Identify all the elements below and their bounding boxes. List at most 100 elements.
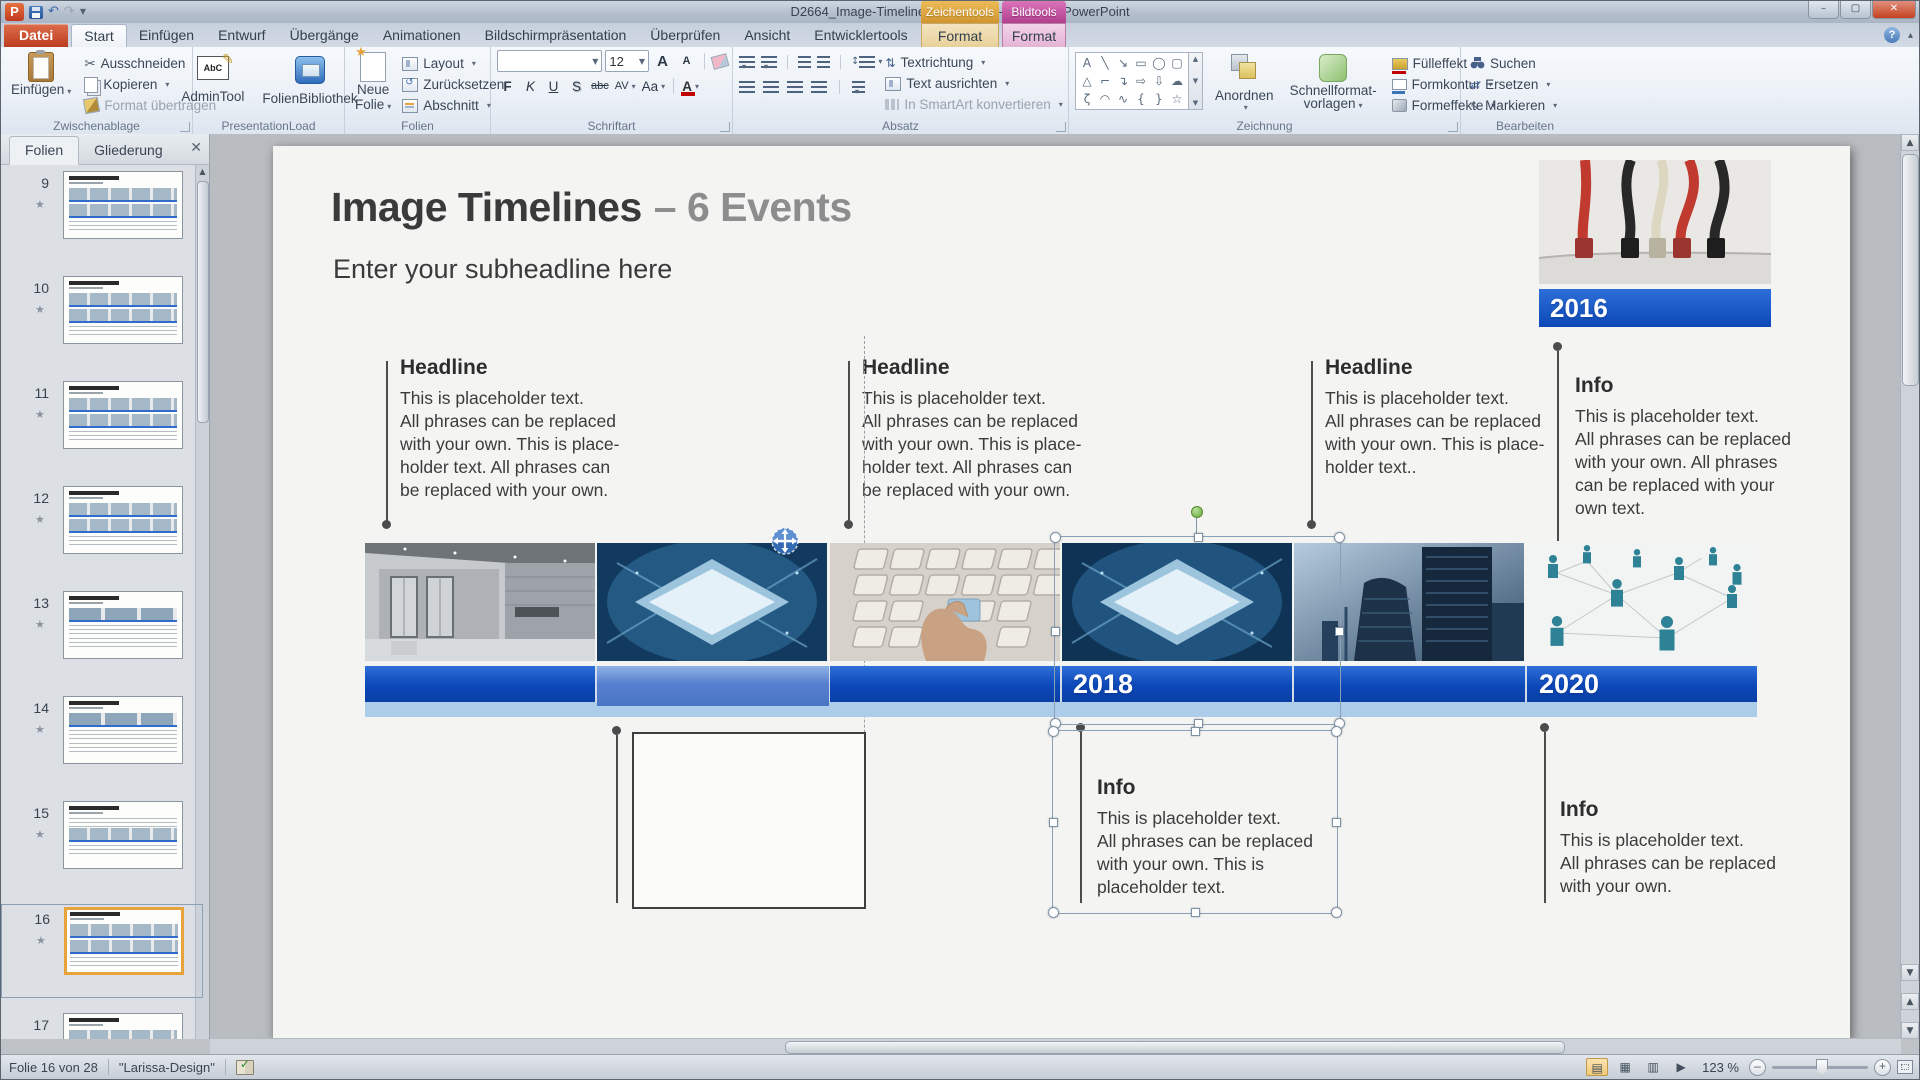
year-2020-label[interactable]: 2020 bbox=[1539, 666, 1599, 702]
strikethrough-button[interactable]: abc bbox=[589, 77, 611, 96]
slide-subtitle[interactable]: Enter your subheadline here bbox=[333, 254, 672, 285]
tab-entwicklertools[interactable]: Entwicklertools bbox=[802, 24, 919, 47]
tab-entwurf[interactable]: Entwurf bbox=[206, 24, 277, 47]
scrollbar-thumb[interactable] bbox=[1902, 154, 1919, 386]
headline-1-title[interactable]: Headline bbox=[400, 356, 488, 380]
info-top-body[interactable]: This is placeholder text. All phrases ca… bbox=[1575, 405, 1825, 520]
dialog-launcher-icon[interactable] bbox=[720, 122, 730, 132]
event-dot[interactable] bbox=[1307, 520, 1316, 529]
next-slide-button[interactable]: ▼ bbox=[1901, 1022, 1919, 1039]
powerpoint-logo-icon[interactable]: P bbox=[5, 3, 24, 21]
tab-einfuegen[interactable]: Einfügen bbox=[127, 24, 206, 47]
justify-icon[interactable] bbox=[811, 81, 827, 93]
scroll-down-button[interactable]: ▼ bbox=[1901, 964, 1919, 981]
shape-triangle-icon[interactable]: △ bbox=[1078, 72, 1096, 90]
slide-thumbnail-14[interactable]: 14 bbox=[1, 694, 201, 786]
shapes-gallery[interactable]: A ╲ ↘ ▭ ◯ ▢ △ ⌐ ↴ ⇨ ⇩ ☁ ζ ◠ ∿ bbox=[1075, 52, 1189, 110]
clear-formatting-icon[interactable] bbox=[711, 53, 730, 70]
replace-button[interactable]: ⇄ Ersetzen bbox=[1467, 74, 1585, 95]
shape-arc-icon[interactable]: ◠ bbox=[1096, 90, 1114, 108]
align-text-button[interactable]: Text ausrichten bbox=[882, 73, 1065, 94]
slide-thumbnail-10[interactable]: 10 bbox=[1, 274, 201, 366]
font-name-combo[interactable]: ▼ bbox=[497, 50, 602, 72]
resize-handle[interactable] bbox=[1335, 627, 1344, 636]
scroll-down-icon[interactable]: ▼ bbox=[1193, 77, 1198, 85]
selection-box-image[interactable] bbox=[1054, 536, 1341, 725]
font-color-button[interactable]: A bbox=[680, 77, 701, 96]
resize-handle[interactable] bbox=[1191, 727, 1200, 736]
resize-handle[interactable] bbox=[1334, 532, 1345, 543]
tab-datei[interactable]: Datei bbox=[4, 24, 68, 47]
convert-smartart-button[interactable]: In SmartArt konvertieren bbox=[882, 94, 1065, 115]
slide-thumbnail-15[interactable]: 15 bbox=[1, 799, 201, 891]
find-button[interactable]: Suchen bbox=[1467, 53, 1585, 74]
qat-customize-icon[interactable]: ▼ bbox=[80, 3, 86, 21]
zoom-slider[interactable] bbox=[1772, 1066, 1868, 1069]
shape-brace-right-icon[interactable]: } bbox=[1150, 90, 1168, 108]
tab-format-picture[interactable]: Format bbox=[1002, 23, 1066, 48]
headline-3-body[interactable]: This is placeholder text. All phrases ca… bbox=[1325, 387, 1590, 479]
timeline-image-elevator[interactable] bbox=[365, 543, 595, 661]
slide-16[interactable]: Image Timelines– 6 Events Enter your sub… bbox=[273, 146, 1850, 1039]
timeline-image-chip-blue[interactable] bbox=[597, 543, 827, 661]
slide-thumbnail-12[interactable]: 12 bbox=[1, 484, 201, 576]
resize-handle[interactable] bbox=[1050, 532, 1061, 543]
shape-curve-icon[interactable]: ∿ bbox=[1114, 90, 1132, 108]
info-top-title[interactable]: Info bbox=[1575, 374, 1613, 398]
slide-thumbnail-13[interactable]: 13 bbox=[1, 589, 201, 681]
shape-rectangle-icon[interactable]: ▭ bbox=[1132, 54, 1150, 72]
selection-box-info[interactable] bbox=[1052, 730, 1338, 914]
previous-slide-button[interactable]: ▲ bbox=[1901, 993, 1919, 1010]
scrollbar-thumb[interactable] bbox=[785, 1041, 1565, 1054]
tab-start[interactable]: Start bbox=[71, 24, 127, 47]
grow-font-button[interactable]: A bbox=[652, 52, 673, 71]
close-button[interactable]: ✕ bbox=[1872, 1, 1916, 19]
resize-handle[interactable] bbox=[1051, 627, 1060, 636]
resize-handle[interactable] bbox=[1331, 907, 1342, 918]
align-center-icon[interactable] bbox=[763, 81, 779, 93]
zoom-out-button[interactable]: – bbox=[1749, 1059, 1766, 1076]
dialog-launcher-icon[interactable] bbox=[1448, 122, 1458, 132]
fit-to-window-icon[interactable] bbox=[1897, 1060, 1913, 1074]
slide-thumbnail-17[interactable]: 17 bbox=[1, 1011, 201, 1039]
tab-ueberpruefen[interactable]: Überprüfen bbox=[638, 24, 732, 47]
dialog-launcher-icon[interactable] bbox=[1056, 122, 1066, 132]
line-spacing-button[interactable]: ↕ bbox=[851, 56, 882, 68]
align-left-icon[interactable] bbox=[739, 81, 755, 93]
admintool-button[interactable]: AbC✎ AdminTool bbox=[177, 54, 248, 108]
redo-icon[interactable]: ↷ bbox=[64, 3, 75, 21]
tab-uebergaenge[interactable]: Übergänge bbox=[278, 24, 371, 47]
resize-handle[interactable] bbox=[1332, 818, 1341, 827]
save-icon[interactable] bbox=[29, 6, 43, 19]
minimize-ribbon-icon[interactable]: ▴ bbox=[1908, 30, 1913, 41]
bullets-icon[interactable] bbox=[739, 56, 755, 68]
shape-cloud-icon[interactable]: ☁ bbox=[1168, 72, 1186, 90]
headline-2-title[interactable]: Headline bbox=[862, 356, 950, 380]
scroll-up-icon[interactable]: ▲ bbox=[196, 167, 209, 176]
horizontal-scrollbar[interactable] bbox=[210, 1038, 1901, 1055]
shape-star-icon[interactable]: ☆ bbox=[1168, 90, 1186, 108]
slide-thumbnail-11[interactable]: 11 bbox=[1, 379, 201, 471]
shape-scribble-icon[interactable]: ζ bbox=[1078, 90, 1096, 108]
shape-right-arrow-icon[interactable]: ⇨ bbox=[1132, 72, 1150, 90]
event-dot[interactable] bbox=[612, 726, 621, 735]
columns-icon[interactable] bbox=[852, 81, 865, 93]
shape-arrow-icon[interactable]: ↘ bbox=[1114, 54, 1132, 72]
headline-3-title[interactable]: Headline bbox=[1325, 356, 1413, 380]
text-shadow-button[interactable]: S bbox=[566, 77, 587, 96]
shape-textbox-icon[interactable]: A bbox=[1078, 54, 1096, 72]
shape-rounded-rect-icon[interactable]: ▢ bbox=[1168, 54, 1186, 72]
new-slide-button[interactable]: Neue Folie bbox=[351, 50, 395, 116]
event-2016-image[interactable]: 2016 bbox=[1539, 160, 1771, 327]
zoom-slider-thumb[interactable] bbox=[1816, 1059, 1828, 1076]
event-dot[interactable] bbox=[1540, 723, 1549, 732]
empty-placeholder-box[interactable] bbox=[632, 732, 866, 909]
shape-oval-icon[interactable]: ◯ bbox=[1150, 54, 1168, 72]
italic-button[interactable]: K bbox=[520, 77, 541, 96]
paste-button[interactable]: Einfügen bbox=[7, 50, 75, 116]
help-icon[interactable]: ? bbox=[1884, 27, 1900, 43]
decrease-indent-icon[interactable] bbox=[798, 56, 811, 68]
vertical-scrollbar[interactable]: ▲ ▼ ▲ ▼ bbox=[1900, 134, 1919, 1039]
tab-animationen[interactable]: Animationen bbox=[371, 24, 473, 47]
slide-title[interactable]: Image Timelines– 6 Events bbox=[331, 184, 852, 231]
